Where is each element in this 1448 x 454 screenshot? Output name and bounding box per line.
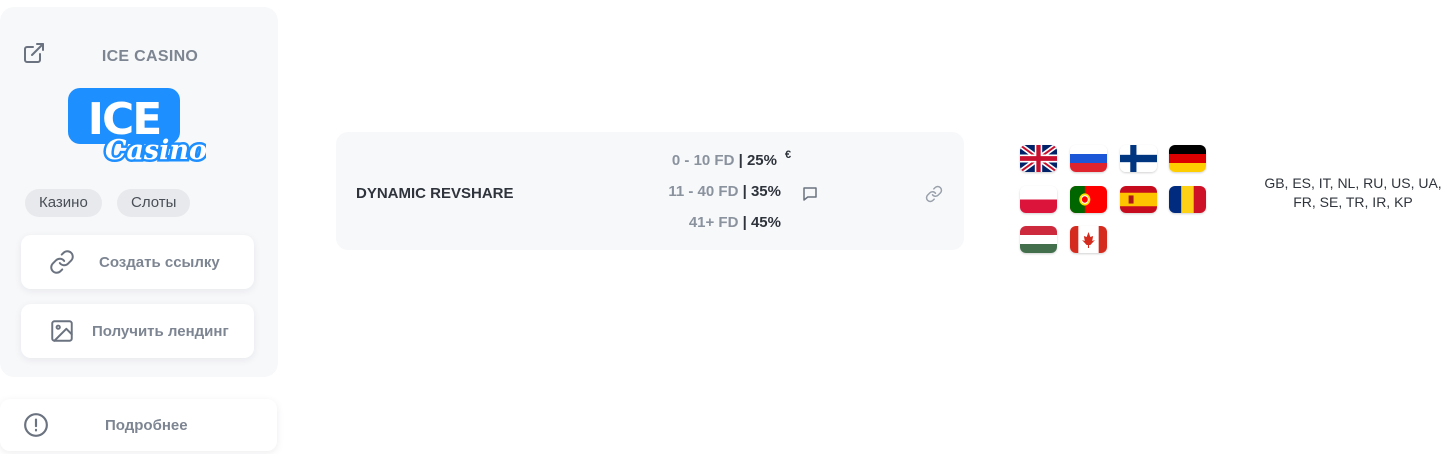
casino-name: ICE CASINO (101, 48, 199, 65)
country-list-line: GB, ES, IT, NL, RU, US, UA, (1264, 175, 1442, 191)
create-link-label: Создать ссылку (99, 253, 220, 271)
country-list: GB, ES, IT, NL, RU, US, UA, FR, SE, TR, … (1258, 174, 1448, 212)
deal-card: DYNAMIC REVSHARE 0 - 10 FD | 25% € 11 - … (336, 132, 964, 250)
tier-range: 11 - 40 FD (668, 183, 739, 200)
tag-casino[interactable]: Казино (25, 189, 102, 217)
info-circle-icon (24, 413, 48, 437)
get-landing-label: Получить лендинг (92, 322, 229, 340)
currency-symbol: € (785, 149, 792, 161)
get-landing-button[interactable]: Получить лендинг (21, 304, 254, 358)
fi-flag-icon (1120, 145, 1157, 172)
tier-separator: | (738, 183, 751, 200)
ru-flag-icon (1070, 145, 1107, 172)
tier-row: 41+ FD | 45% (581, 214, 781, 231)
more-details-button[interactable]: Подробнее (0, 399, 277, 451)
more-details-label: Подробнее (105, 416, 188, 434)
country-list-line: FR, SE, TR, IR, KP (1293, 194, 1413, 210)
de-flag-icon (1169, 145, 1206, 172)
create-link-button[interactable]: Создать ссылку (21, 235, 254, 289)
tier-range: 0 - 10 FD (671, 152, 735, 169)
ca-flag-icon (1070, 226, 1107, 253)
tier-percent: 25% (746, 152, 777, 169)
external-link-icon[interactable] (22, 41, 46, 65)
comment-icon[interactable] (801, 185, 819, 203)
tier-separator: | (734, 152, 747, 169)
tier-percent: 45% (750, 214, 781, 231)
tier-row: 11 - 40 FD | 35% (581, 183, 781, 200)
gb-flag-icon (1020, 145, 1057, 172)
pt-flag-icon (1070, 186, 1107, 213)
pl-flag-icon (1020, 186, 1057, 213)
tier-row: 0 - 10 FD | 25% (577, 152, 777, 169)
tier-separator: | (738, 214, 751, 231)
image-icon (51, 320, 73, 342)
ice-casino-logo: ICE Casino (68, 88, 206, 167)
tier-percent: 35% (750, 183, 781, 200)
deal-link-icon[interactable] (925, 185, 943, 203)
tag-slots[interactable]: Слоты (117, 189, 191, 217)
svg-text:Casino: Casino (105, 135, 206, 166)
es-flag-icon (1120, 186, 1157, 213)
tier-range: 41+ FD (688, 214, 739, 231)
deal-name: DYNAMIC REVSHARE (356, 185, 514, 202)
ro-flag-icon (1169, 186, 1206, 213)
casino-card: ICE CASINO ICE Casino Казино Слоты Созда… (0, 7, 278, 377)
link-icon (50, 250, 74, 274)
hu-flag-icon (1020, 226, 1057, 253)
